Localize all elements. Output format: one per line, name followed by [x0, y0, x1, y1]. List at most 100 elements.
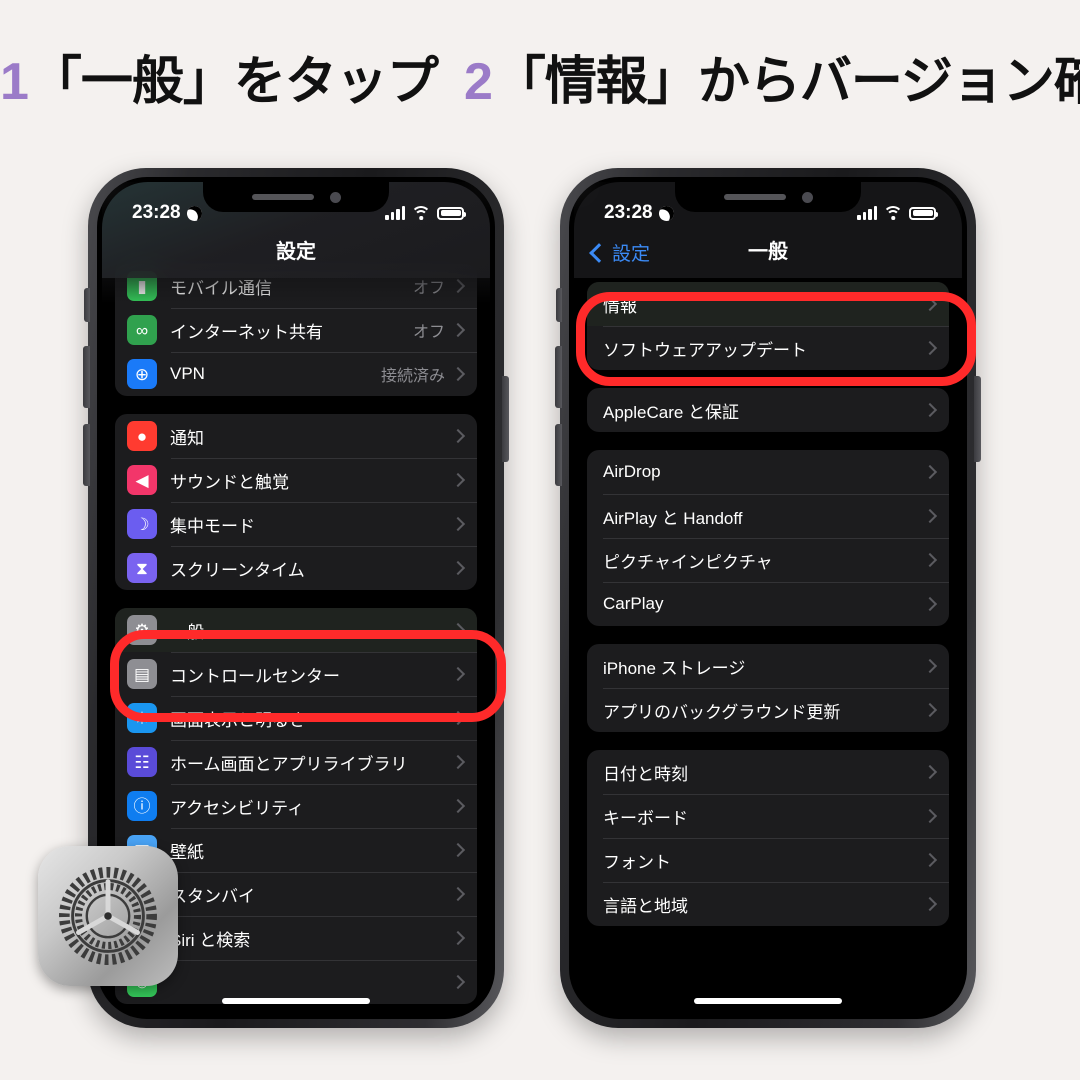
settings-row[interactable]: ▤ コントロールセンター [115, 652, 477, 696]
chevron-right-icon [450, 278, 466, 294]
page-title: 1「一般」をタップ 2「情報」からバージョン確認 [0, 56, 1080, 108]
settings-row-label: コントロールセンター [170, 666, 340, 686]
chevron-right-icon [450, 886, 466, 902]
chevron-right-icon [450, 666, 466, 682]
earpiece-speaker [251, 194, 314, 200]
settings-row-label: 通知 [170, 428, 204, 448]
settings-row-label: 集中モード [170, 516, 255, 536]
settings-row[interactable]: ☀ 画面表示と明るさ [115, 696, 477, 740]
home-indicator-left[interactable] [222, 998, 370, 1004]
chevron-right-icon [922, 296, 938, 312]
settings-group: 情報ソフトウェアアップデート [587, 282, 949, 370]
settings-group: ▮ モバイル通信 オフ ∞ インターネット共有 オフ ⊕ VPN 接続済み [115, 264, 477, 396]
control-center-icon: ▤ [127, 659, 157, 689]
settings-row-label: 日付と時刻 [603, 764, 688, 784]
front-camera-icon [329, 191, 341, 203]
chevron-right-icon [450, 930, 466, 946]
step-1-heading: 1「一般」をタップ [0, 53, 439, 111]
home-screen-icon: ☷ [127, 747, 157, 777]
settings-row[interactable]: ⚙ 一般 [115, 608, 477, 652]
vpn-globe-icon: ⊕ [127, 359, 157, 389]
settings-row-label: アプリのバックグラウンド更新 [603, 702, 841, 722]
settings-row-label: VPN [170, 364, 205, 383]
chevron-right-icon [450, 366, 466, 382]
step-2-heading: 2「情報」からバージョン確認 [464, 56, 1080, 108]
volume-up-button[interactable] [555, 346, 562, 408]
hotspot-icon: ∞ [127, 315, 157, 345]
step-1-text: 「一般」をタップ [29, 53, 439, 111]
earpiece-speaker [723, 194, 786, 200]
settings-row-label: AppleCare と保証 [603, 402, 740, 422]
chevron-right-icon [922, 658, 938, 674]
chevron-right-icon [922, 852, 938, 868]
settings-row[interactable]: 日付と時刻 [587, 750, 949, 794]
settings-row[interactable]: CarPlay [587, 582, 949, 626]
poster-canvas: 1「一般」をタップ2「情報」からバージョン確認 ▮モバイル通信オフ∞インターネッ… [0, 0, 1080, 1080]
home-indicator-right[interactable] [694, 998, 842, 1004]
nav-title-right: 一般 [748, 241, 788, 263]
volume-down-button[interactable] [83, 424, 90, 486]
settings-row[interactable]: AirPlay と Handoff [587, 494, 949, 538]
phone-right-general-root: 情報ソフトウェアアップデート AppleCare と保証 AirDrop AirPla… [555, 168, 981, 1028]
settings-row-label: スクリーンタイム [170, 560, 305, 580]
cellular-signal-icon [857, 206, 877, 220]
power-button[interactable] [502, 376, 509, 462]
settings-group: ● 通知 ◀ サウンドと触覚 ☽ 集中モード ⧗ スクリーンタイム [115, 414, 477, 590]
settings-row[interactable]: 情報 [587, 282, 949, 326]
settings-row[interactable]: ∞ インターネット共有 オフ [115, 308, 477, 352]
notch [203, 182, 389, 212]
chevron-right-icon [922, 508, 938, 524]
settings-row[interactable]: ☽ 集中モード [115, 502, 477, 546]
settings-row[interactable]: ピクチャインピクチャ [587, 538, 949, 582]
settings-row-label: キーボード [603, 808, 688, 828]
settings-row[interactable]: ☷ ホーム画面とアプリライブラリ [115, 740, 477, 784]
phone-right-screen: 情報ソフトウェアアップデート AppleCare と保証 AirDrop AirPla… [574, 182, 962, 1014]
settings-row[interactable]: 言語と地域 [587, 882, 949, 926]
power-button[interactable] [974, 376, 981, 462]
settings-row-label: AirPlay と Handoff [603, 508, 743, 528]
general-gear-icon: ⚙ [127, 615, 157, 645]
settings-row[interactable]: ⧗ スクリーンタイム [115, 546, 477, 590]
step-2-number: 2 [463, 53, 493, 111]
status-time: 23:28 [604, 202, 653, 223]
settings-row[interactable]: ソフトウェアアップデート [587, 326, 949, 370]
chevron-right-icon [450, 472, 466, 488]
settings-app-icon[interactable] [38, 846, 178, 986]
chevron-right-icon [450, 322, 466, 338]
settings-row[interactable]: ◀ サウンドと触覚 [115, 458, 477, 502]
chevron-right-icon [450, 710, 466, 726]
settings-row-label: ソフトウェアアップデート [603, 340, 807, 360]
mute-switch[interactable] [556, 288, 562, 322]
settings-row[interactable]: AppleCare と保証 [587, 388, 949, 432]
chevron-right-icon [922, 402, 938, 418]
settings-row-label: 画面表示と明るさ [170, 710, 306, 730]
wifi-icon [883, 206, 903, 220]
settings-row[interactable]: ⓘ アクセシビリティ [115, 784, 477, 828]
battery-icon [909, 206, 938, 220]
settings-row-label: Siri と検索 [170, 930, 251, 950]
chevron-right-icon [450, 622, 466, 638]
volume-up-button[interactable] [83, 346, 90, 408]
chevron-right-icon [922, 340, 938, 356]
settings-row[interactable]: ⊕ VPN 接続済み [115, 352, 477, 396]
mute-switch[interactable] [84, 288, 90, 322]
wifi-icon [411, 206, 431, 220]
settings-row[interactable]: アプリのバックグラウンド更新 [587, 688, 949, 732]
settings-group: 日付と時刻キーボードフォント 言語と地域 [587, 750, 949, 926]
chevron-right-icon [450, 798, 466, 814]
settings-row[interactable]: iPhone ストレージ [587, 644, 949, 688]
step-1-number: 1 [0, 53, 29, 111]
settings-row-value: オフ [412, 324, 445, 341]
display-brightness-icon: ☀ [127, 703, 157, 733]
volume-down-button[interactable] [555, 424, 562, 486]
settings-row[interactable]: ● 通知 [115, 414, 477, 458]
chevron-right-icon [922, 896, 938, 912]
general-list-right[interactable]: 情報ソフトウェアアップデート AppleCare と保証 AirDrop AirPla… [574, 182, 962, 1014]
settings-row-label: AirDrop [603, 462, 661, 481]
chevron-right-icon [450, 974, 466, 990]
notification-bell-icon: ● [127, 421, 157, 451]
settings-row[interactable]: AirDrop [587, 450, 949, 494]
chevron-right-icon [450, 428, 466, 444]
settings-row[interactable]: キーボード [587, 794, 949, 838]
settings-row[interactable]: フォント [587, 838, 949, 882]
